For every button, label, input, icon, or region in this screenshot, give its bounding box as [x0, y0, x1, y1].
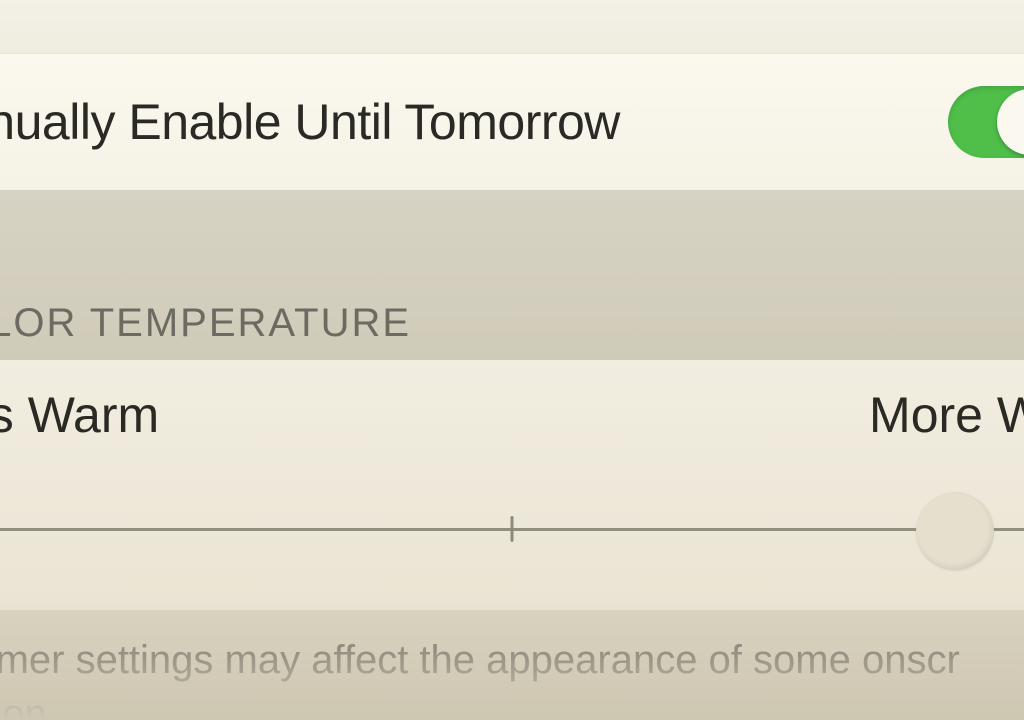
- slider-label-less-warm: ess Warm: [0, 386, 159, 444]
- color-temperature-slider[interactable]: [0, 488, 1024, 578]
- slider-label-more-warm: More Wa: [869, 386, 1024, 444]
- color-temperature-panel: ess Warm More Wa: [0, 360, 1024, 610]
- top-spacer: [0, 0, 1024, 54]
- manual-enable-switch[interactable]: [948, 86, 1024, 158]
- settings-night-shift-screen: anually Enable Until Tomorrow OLOR TEMPE…: [0, 0, 1024, 720]
- group-spacer: [0, 190, 1024, 288]
- color-temperature-header: OLOR TEMPERATURE: [0, 288, 1024, 360]
- footer-note: armer settings may affect the appearance…: [0, 622, 1024, 720]
- slider-tick-center: [511, 516, 514, 542]
- manual-enable-label: anually Enable Until Tomorrow: [0, 93, 620, 151]
- footer-line-2: otion.: [0, 688, 1024, 720]
- switch-knob: [997, 89, 1024, 155]
- manual-enable-row[interactable]: anually Enable Until Tomorrow: [0, 54, 1024, 190]
- slider-labels: ess Warm More Wa: [0, 386, 1024, 444]
- slider-thumb[interactable]: [916, 492, 994, 570]
- footer-line-1: armer settings may affect the appearance…: [0, 634, 1024, 688]
- section-header-text: OLOR TEMPERATURE: [0, 301, 411, 346]
